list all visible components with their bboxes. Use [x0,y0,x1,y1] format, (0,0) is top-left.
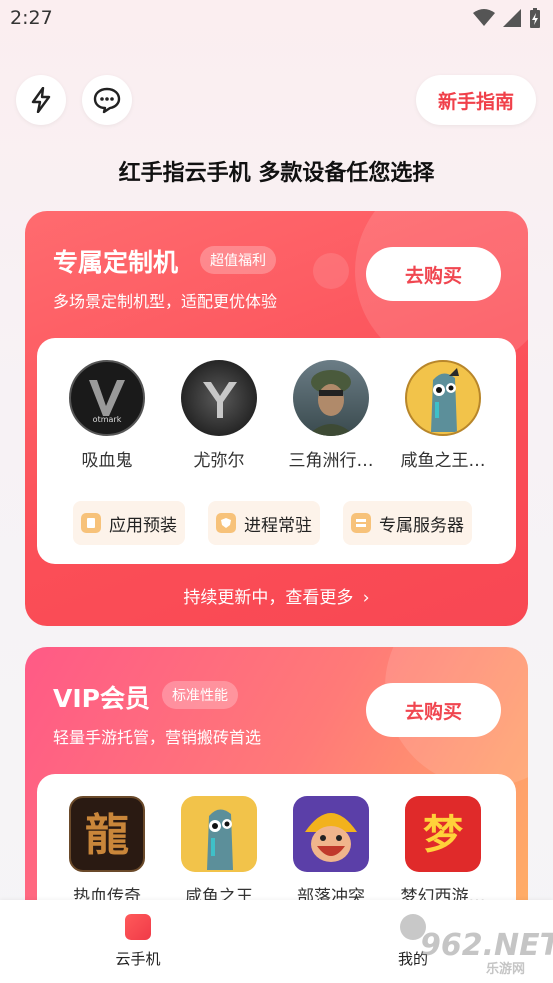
clash-of-clans-game-icon [293,796,369,872]
status-icons [473,8,541,28]
signal-icon [503,9,521,27]
decor-circle [313,253,349,289]
svg-text:梦: 梦 [423,812,463,858]
feature-label: 应用预装 [109,515,177,536]
svg-text:龍: 龍 [85,810,129,861]
ymir-game-icon [181,360,257,436]
shield-check-icon [216,513,236,533]
wifi-icon [473,9,495,26]
card-title: VIP会员 [53,684,150,713]
game-name: 咸鱼之王… [400,451,486,471]
app-preinstall-icon [81,513,101,533]
chat-bubble-icon [93,87,121,114]
feature-label: 专属服务器 [379,515,464,536]
game-name: 吸血鬼 [81,451,133,471]
delta-force-game-icon [293,360,369,436]
status-time: 2:27 [10,7,53,29]
buy-button[interactable]: 去购买 [366,683,501,737]
view-more-link[interactable]: 持续更新中，查看更多 › [25,583,528,608]
feature-process-resident: 进程常驻 [208,501,320,545]
card-tag: 标准性能 [162,681,238,709]
beginner-guide-button[interactable]: 新手指南 [416,75,536,125]
salted-fish-game-icon [405,360,481,436]
legend-game-icon: 龍 [69,796,145,872]
game-item[interactable]: 咸鱼之王… [388,360,498,471]
salted-fish-game-icon [181,796,257,872]
status-bar: 2:27 [0,0,553,40]
buy-button[interactable]: 去购买 [366,247,501,301]
flash-button[interactable] [16,75,66,125]
game-item[interactable]: otmark 吸血鬼 [52,360,162,471]
feature-app-preinstall: 应用预装 [73,501,185,545]
tab-label: 云手机 [115,950,161,968]
game-panel: otmark 吸血鬼 尤弥尔 三角洲行… 咸鱼之王… 应用预装 进程常驻 专属服… [37,338,516,564]
server-icon [351,513,371,533]
feature-dedicated-server: 专属服务器 [343,501,472,545]
game-item[interactable]: 龍 热血传奇 [52,796,162,907]
card-subtitle: 轻量手游托管，营销搬砖首选 [53,728,262,747]
game-item[interactable]: 尤弥尔 [164,360,274,471]
tab-cloud-phone[interactable]: 云手机 [78,910,198,969]
watermark-sub: 乐游网 [486,962,526,977]
svg-text:otmark: otmark [93,415,122,424]
view-more-label: 持续更新中，查看更多 [183,588,354,608]
cloud-phone-icon [125,914,151,940]
game-item[interactable]: 咸鱼之王 [164,796,274,907]
lightning-icon [31,87,51,113]
card-tag: 超值福利 [200,246,276,274]
fantasy-westward-game-icon: 梦 [405,796,481,872]
feature-label: 进程常驻 [244,515,312,536]
battery-icon [530,8,540,28]
game-name: 三角洲行… [288,451,374,471]
site-watermark: 962.NET 乐游网 [420,928,553,978]
chevron-right-icon: › [362,588,370,608]
game-item[interactable]: 梦 梦幻西游… [388,796,498,907]
custom-device-card: 专属定制机 超值福利 多场景定制机型，适配更优体验 去购买 otmark 吸血鬼… [25,211,528,626]
game-name: 尤弥尔 [193,451,245,471]
game-item[interactable]: 部落冲突 [276,796,386,907]
game-item[interactable]: 三角洲行… [276,360,386,471]
card-subtitle: 多场景定制机型，适配更优体验 [53,292,278,311]
message-button[interactable] [82,75,132,125]
card-title: 专属定制机 [53,248,179,277]
page-headline: 红手指云手机 多款设备任您选择 [118,161,435,186]
vampire-game-icon: otmark [69,360,145,436]
